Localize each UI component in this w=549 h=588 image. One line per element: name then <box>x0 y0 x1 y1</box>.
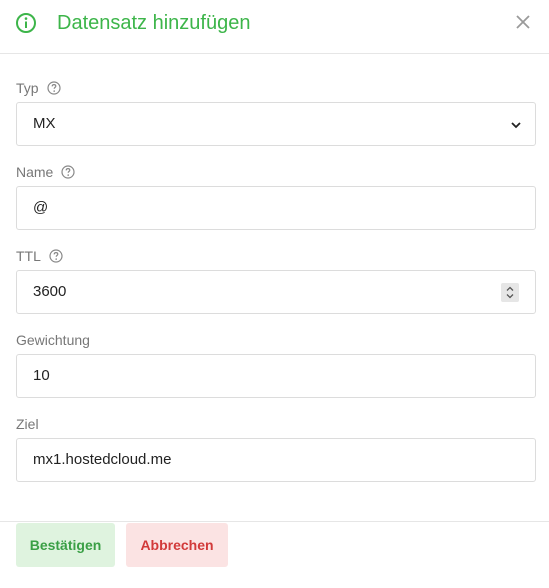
help-icon[interactable] <box>49 249 63 263</box>
name-label-text: Name <box>16 164 54 180</box>
type-select-value: MX <box>33 115 56 132</box>
weight-label-text: Gewichtung <box>16 332 90 348</box>
type-label-text: Typ <box>16 80 39 96</box>
confirm-button[interactable]: Bestätigen <box>16 523 115 567</box>
dialog-header: Datensatz hinzufügen <box>0 0 549 54</box>
name-input-value: @ <box>33 199 49 216</box>
name-input[interactable]: @ <box>16 186 536 230</box>
weight-label: Gewichtung <box>16 332 90 348</box>
target-label: Ziel <box>16 416 39 432</box>
weight-input-value: 10 <box>33 367 50 384</box>
help-icon[interactable] <box>46 81 61 95</box>
target-label-text: Ziel <box>16 416 39 432</box>
close-icon[interactable] <box>514 13 532 31</box>
ttl-input-value: 3600 <box>33 283 67 300</box>
target-input[interactable]: mx1.hostedcloud.me <box>16 438 536 482</box>
type-label: Typ <box>16 80 61 96</box>
type-select[interactable]: MX <box>16 102 536 146</box>
cancel-button[interactable]: Abbrechen <box>126 523 228 567</box>
info-circle-icon <box>16 13 36 33</box>
dialog-title: Datensatz hinzufügen <box>57 12 251 34</box>
weight-input[interactable]: 10 <box>16 354 536 398</box>
chevron-down-icon <box>511 122 521 129</box>
ttl-input[interactable]: 3600 <box>16 270 536 314</box>
target-input-value: mx1.hostedcloud.me <box>33 451 172 468</box>
ttl-label: TTL <box>16 248 63 264</box>
spin-stepper-icon[interactable] <box>501 283 519 302</box>
name-label: Name <box>16 164 75 180</box>
help-icon[interactable] <box>61 165 75 179</box>
ttl-label-text: TTL <box>16 248 41 264</box>
dialog-footer: Bestätigen Abbrechen <box>0 521 549 588</box>
